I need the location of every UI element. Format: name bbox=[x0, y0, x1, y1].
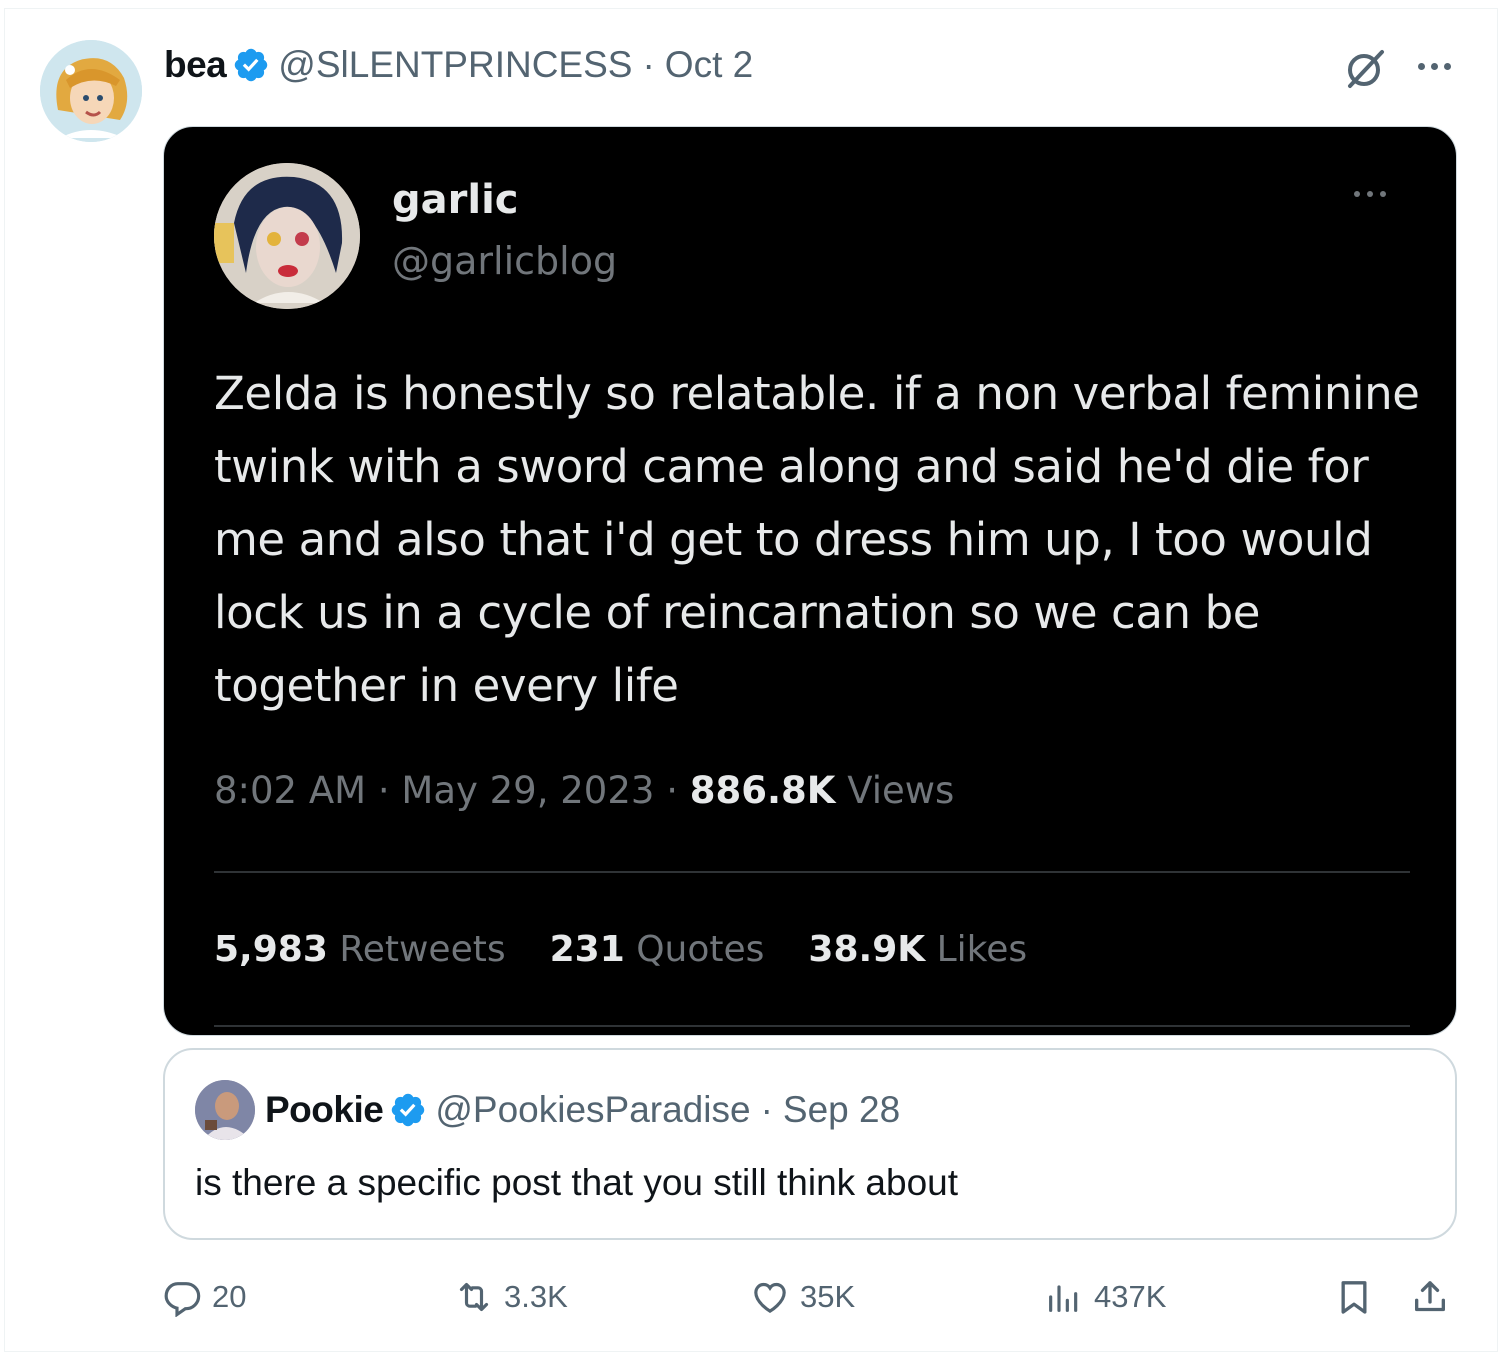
divider bbox=[214, 871, 1410, 873]
action-bar: 20 3.3K 35K 437K bbox=[160, 1274, 1460, 1320]
quotes-label: Quotes bbox=[636, 929, 765, 970]
views-label: Views bbox=[847, 769, 955, 812]
quoted-tweet[interactable]: Pookie @PookiesParadise · Sep 28 is ther… bbox=[163, 1048, 1457, 1240]
views-count: 886.8K bbox=[689, 769, 836, 812]
garlic-name: garlic bbox=[392, 177, 519, 223]
reply-count: 20 bbox=[212, 1279, 247, 1314]
post-header: bea @SlLENTPRINCESS · Oct 2 bbox=[164, 40, 753, 90]
quoted-header: Pookie @PookiesParadise · Sep 28 bbox=[265, 1086, 900, 1134]
quoted-author-name[interactable]: Pookie bbox=[265, 1089, 384, 1131]
author-handle[interactable]: @SlLENTPRINCESS bbox=[278, 44, 632, 86]
likes-stat: 38.9K Likes bbox=[808, 929, 1027, 970]
bookmark-button[interactable] bbox=[1334, 1274, 1374, 1320]
like-icon bbox=[754, 1282, 786, 1314]
divider bbox=[214, 1025, 1410, 1027]
like-count: 35K bbox=[800, 1279, 856, 1314]
repost-button[interactable]: 3.3K bbox=[454, 1274, 568, 1320]
garlic-tweet-meta: 8:02 AM · May 29, 2023 · 886.8K Views bbox=[214, 769, 954, 812]
grok-icon[interactable] bbox=[1342, 46, 1388, 92]
quoted-date[interactable]: Sep 28 bbox=[783, 1089, 900, 1131]
author-avatar[interactable] bbox=[40, 40, 142, 142]
retweets-count: 5,983 bbox=[214, 929, 328, 970]
verified-badge-icon[interactable] bbox=[389, 1091, 427, 1129]
verified-badge-icon[interactable] bbox=[232, 46, 270, 84]
author-name[interactable]: bea bbox=[164, 44, 227, 86]
garlic-tweet-time: 8:02 AM bbox=[214, 769, 367, 812]
likes-label: Likes bbox=[936, 929, 1028, 970]
views-count-label: 437K bbox=[1094, 1279, 1167, 1314]
garlic-tweet-text: Zelda is honestly so relatable. if a non… bbox=[214, 367, 1420, 712]
share-icon bbox=[1415, 1281, 1445, 1312]
views-button[interactable]: 437K bbox=[1044, 1274, 1166, 1320]
quoted-text: is there a specific post that you still … bbox=[195, 1162, 959, 1203]
like-button[interactable]: 35K bbox=[750, 1274, 855, 1320]
bookmark-icon bbox=[1341, 1281, 1367, 1314]
separator-dot: · bbox=[760, 1089, 773, 1130]
likes-count: 38.9K bbox=[808, 929, 926, 970]
garlic-tweet-date: May 29, 2023 bbox=[401, 769, 655, 812]
garlic-tweet-stats: 5,983 Retweets 231 Quotes 38.9K Likes bbox=[214, 929, 1027, 970]
quoted-author-avatar[interactable] bbox=[195, 1080, 255, 1140]
retweets-label: Retweets bbox=[339, 929, 506, 970]
quotes-count: 231 bbox=[549, 929, 625, 970]
repost-count: 3.3K bbox=[504, 1279, 568, 1314]
more-icon[interactable] bbox=[1410, 46, 1458, 86]
views-icon bbox=[1049, 1285, 1078, 1312]
garlic-more-icon bbox=[1354, 191, 1386, 197]
repost-icon bbox=[459, 1282, 489, 1312]
reply-icon bbox=[164, 1282, 201, 1317]
share-button[interactable] bbox=[1410, 1274, 1450, 1320]
garlic-avatar bbox=[214, 163, 360, 309]
separator-dot: · bbox=[377, 769, 390, 812]
quotes-stat: 231 Quotes bbox=[550, 929, 765, 970]
post-date[interactable]: Oct 2 bbox=[665, 44, 753, 86]
quoted-author-handle[interactable]: @PookiesParadise bbox=[435, 1089, 750, 1131]
retweets-stat: 5,983 Retweets bbox=[214, 929, 506, 970]
separator-dot: · bbox=[642, 44, 655, 85]
separator-dot: · bbox=[666, 769, 678, 812]
reply-button[interactable]: 20 bbox=[162, 1274, 246, 1320]
garlic-handle: @garlicblog bbox=[392, 239, 618, 283]
embedded-tweet-screenshot[interactable]: garlic @garlicblog Zelda is honestly so … bbox=[163, 126, 1457, 1036]
